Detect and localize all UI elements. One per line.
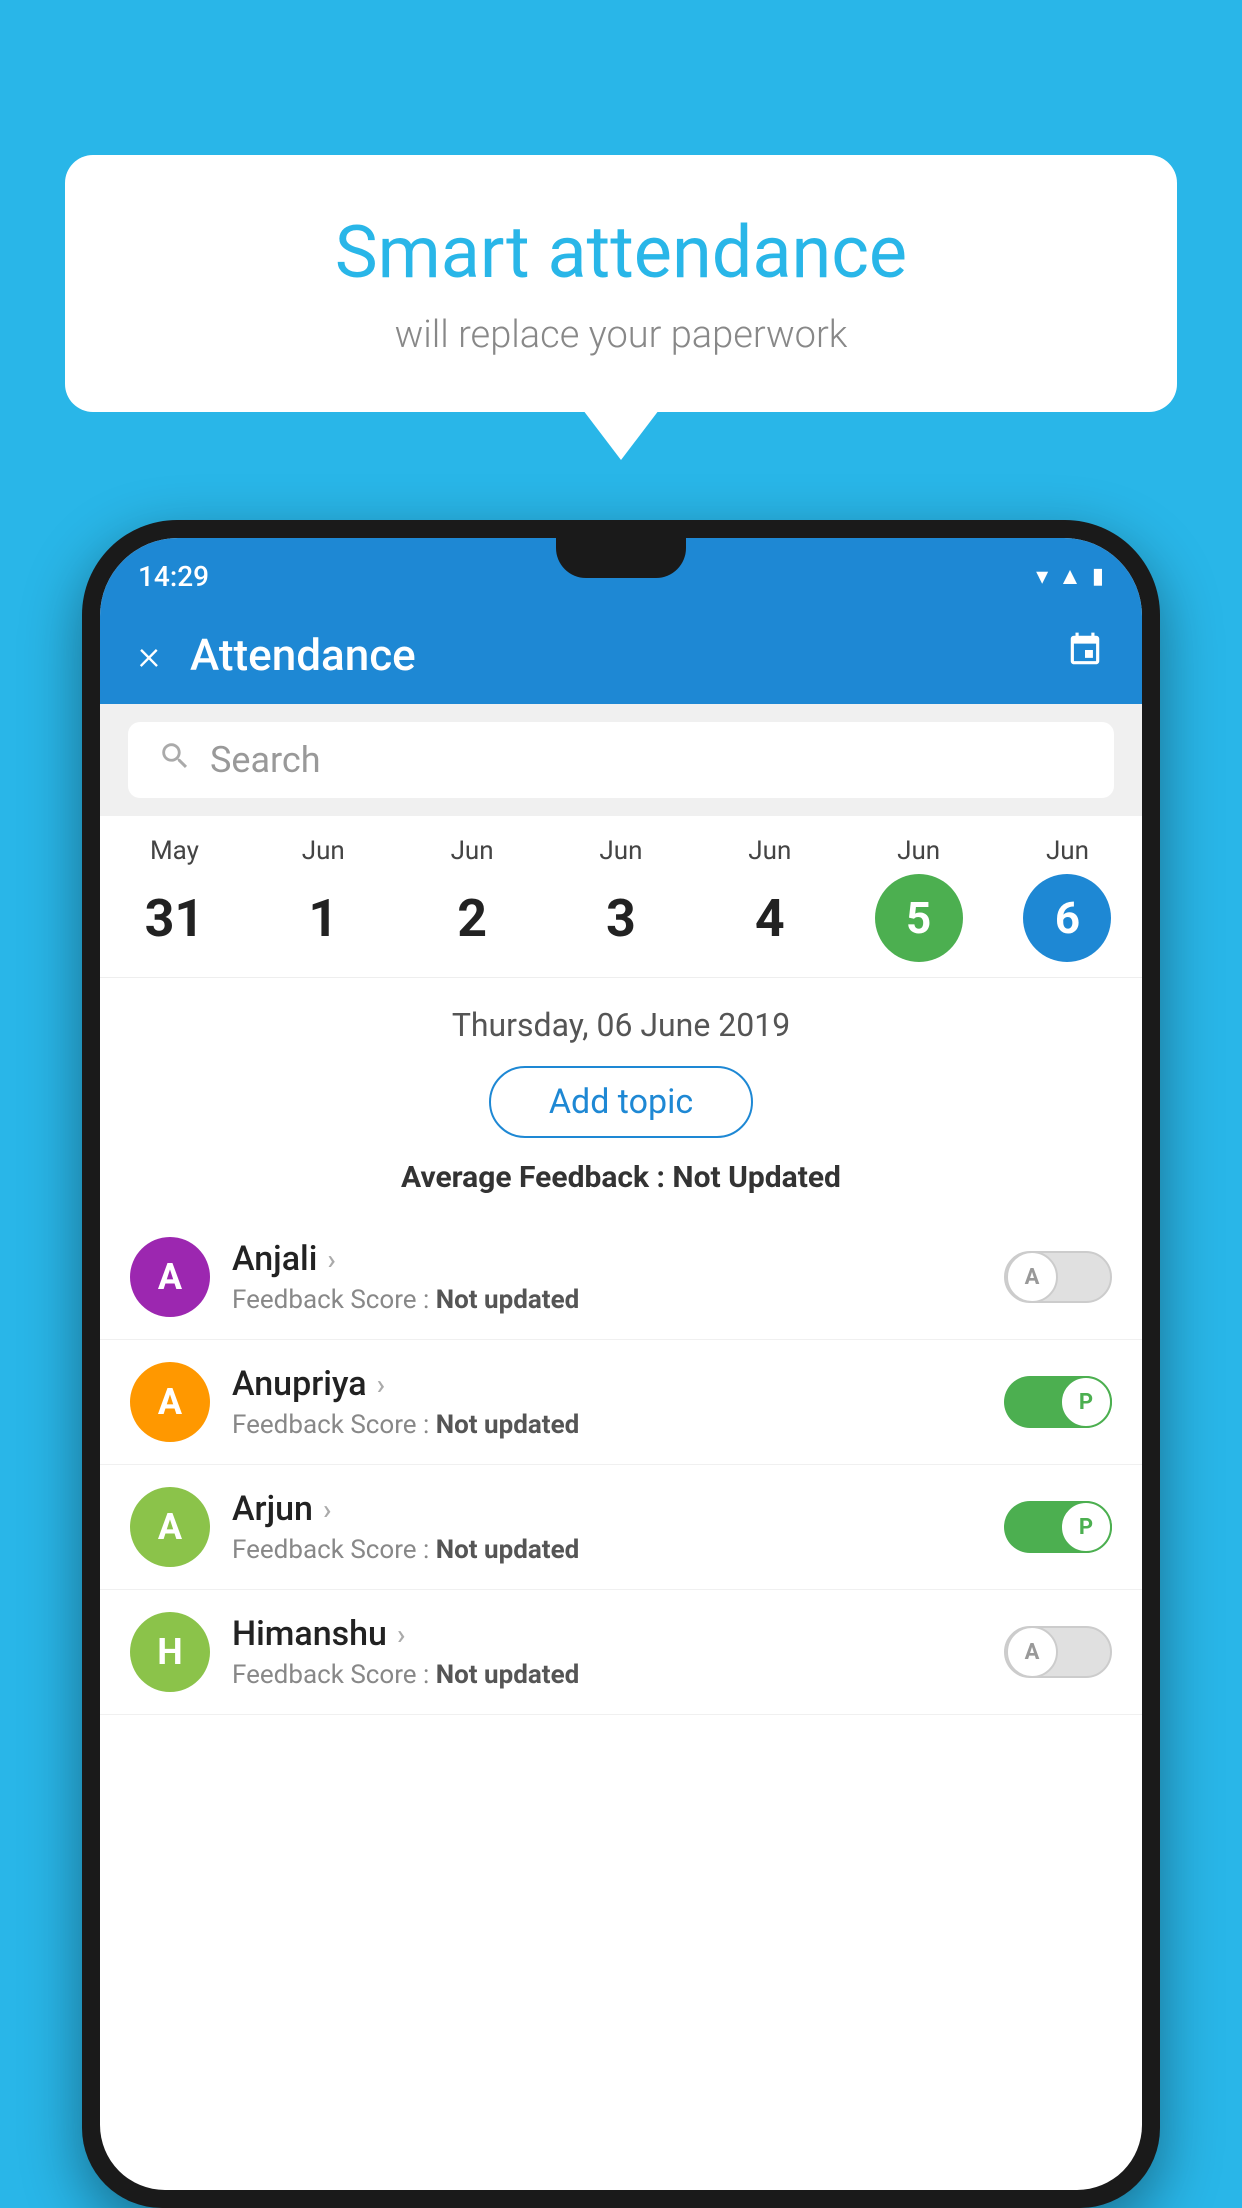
- speech-bubble-container: Smart attendance will replace your paper…: [65, 155, 1177, 412]
- search-icon: [158, 739, 192, 782]
- phone-notch: [556, 538, 686, 578]
- toggle-present-1[interactable]: P: [1004, 1376, 1112, 1428]
- feedback-text-3: Feedback Score : Not updated: [232, 1660, 982, 1690]
- battery-icon: ▮: [1092, 564, 1104, 589]
- feedback-text-1: Feedback Score : Not updated: [232, 1410, 982, 1440]
- avg-feedback: Average Feedback : Not Updated: [100, 1160, 1142, 1195]
- avatar: A: [130, 1362, 210, 1442]
- table-row[interactable]: H Himanshu › Feedback Score : Not update…: [100, 1590, 1142, 1715]
- student-info: Anupriya › Feedback Score : Not updated: [232, 1364, 982, 1440]
- add-topic-button[interactable]: Add topic: [489, 1066, 753, 1138]
- cal-month-2: Jun: [451, 836, 494, 866]
- cal-month-6: Jun: [1046, 836, 1089, 866]
- chevron-right-icon: ›: [377, 1368, 385, 1401]
- bubble-subtitle: will replace your paperwork: [125, 313, 1117, 357]
- student-name-2: Arjun ›: [232, 1489, 982, 1529]
- table-row[interactable]: A Anupriya › Feedback Score : Not update…: [100, 1340, 1142, 1465]
- cal-day-0[interactable]: May 31: [124, 836, 224, 962]
- search-container: Search: [100, 704, 1142, 816]
- chevron-right-icon: ›: [327, 1243, 335, 1276]
- feedback-text-0: Feedback Score : Not updated: [232, 1285, 982, 1315]
- student-info: Himanshu › Feedback Score : Not updated: [232, 1614, 982, 1690]
- avg-feedback-value: Not Updated: [672, 1160, 841, 1195]
- bubble-title: Smart attendance: [125, 210, 1117, 295]
- cal-day-6[interactable]: Jun 6: [1017, 836, 1117, 962]
- wifi-icon: ▾: [1036, 562, 1048, 590]
- chevron-right-icon: ›: [397, 1618, 405, 1651]
- phone-frame: 14:29 ▾ ▲ ▮ × Attendance: [82, 520, 1160, 2208]
- cal-month-5: Jun: [897, 836, 940, 866]
- feedback-text-2: Feedback Score : Not updated: [232, 1535, 982, 1565]
- search-placeholder: Search: [210, 739, 321, 781]
- date-info-section: Thursday, 06 June 2019 Add topic Average…: [100, 978, 1142, 1215]
- toggle-circle-3: A: [1006, 1626, 1058, 1678]
- cal-day-2[interactable]: Jun 2: [422, 836, 522, 962]
- cal-day-4[interactable]: Jun 4: [720, 836, 820, 962]
- cal-num-1: 1: [279, 874, 367, 962]
- cal-num-0: 31: [130, 874, 218, 962]
- student-list: A Anjali › Feedback Score : Not updated …: [100, 1215, 1142, 1715]
- cal-month-1: Jun: [302, 836, 345, 866]
- cal-num-2: 2: [428, 874, 516, 962]
- student-name-0: Anjali ›: [232, 1239, 982, 1279]
- toggle-circle-2: P: [1060, 1501, 1112, 1553]
- chevron-right-icon: ›: [323, 1493, 331, 1526]
- cal-day-5[interactable]: Jun 5: [869, 836, 969, 962]
- cal-num-3: 3: [577, 874, 665, 962]
- cal-num-4: 4: [726, 874, 814, 962]
- avg-feedback-label: Average Feedback :: [401, 1160, 672, 1195]
- signal-icon: ▲: [1058, 562, 1082, 591]
- phone-inner: 14:29 ▾ ▲ ▮ × Attendance: [100, 538, 1142, 2190]
- cal-day-1[interactable]: Jun 1: [273, 836, 373, 962]
- student-name-3: Himanshu ›: [232, 1614, 982, 1654]
- speech-bubble: Smart attendance will replace your paper…: [65, 155, 1177, 412]
- status-time: 14:29: [138, 560, 209, 593]
- toggle-circle-1: P: [1060, 1376, 1112, 1428]
- toggle-absent-0[interactable]: A: [1004, 1251, 1112, 1303]
- close-button[interactable]: ×: [138, 631, 160, 680]
- calendar-icon[interactable]: [1066, 631, 1104, 679]
- student-info: Anjali › Feedback Score : Not updated: [232, 1239, 982, 1315]
- cal-num-6: 6: [1023, 874, 1111, 962]
- calendar-strip: May 31 Jun 1 Jun 2 Jun 3 Jun 4 Jun 5: [100, 816, 1142, 978]
- student-info: Arjun › Feedback Score : Not updated: [232, 1489, 982, 1565]
- avatar: A: [130, 1237, 210, 1317]
- toggle-circle-0: A: [1006, 1251, 1058, 1303]
- search-bar[interactable]: Search: [128, 722, 1114, 798]
- toggle-present-2[interactable]: P: [1004, 1501, 1112, 1553]
- table-row[interactable]: A Anjali › Feedback Score : Not updated …: [100, 1215, 1142, 1340]
- app-bar-title: Attendance: [190, 629, 1036, 681]
- status-icons: ▾ ▲ ▮: [1036, 562, 1104, 591]
- cal-month-3: Jun: [599, 836, 642, 866]
- avatar: H: [130, 1612, 210, 1692]
- cal-month-4: Jun: [748, 836, 791, 866]
- cal-day-3[interactable]: Jun 3: [571, 836, 671, 962]
- toggle-absent-3[interactable]: A: [1004, 1626, 1112, 1678]
- table-row[interactable]: A Arjun › Feedback Score : Not updated P: [100, 1465, 1142, 1590]
- student-name-1: Anupriya ›: [232, 1364, 982, 1404]
- date-label: Thursday, 06 June 2019: [100, 1006, 1142, 1044]
- cal-month-0: May: [150, 836, 199, 866]
- avatar: A: [130, 1487, 210, 1567]
- app-bar: × Attendance: [100, 606, 1142, 704]
- cal-num-5: 5: [875, 874, 963, 962]
